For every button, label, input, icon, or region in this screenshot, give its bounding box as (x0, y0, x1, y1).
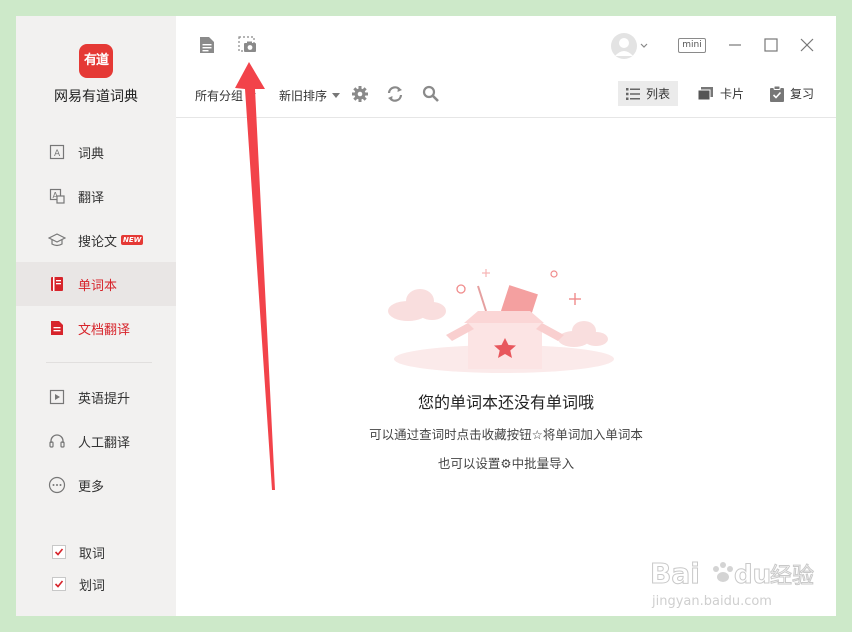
sidebar-item-more[interactable]: 更多 (16, 463, 176, 507)
sidebar-item-document-translate[interactable]: 文档翻译 (16, 306, 176, 350)
view-list-label: 列表 (646, 87, 671, 101)
empty-state-hint-import: 也可以设置⚙中批量导入 (437, 456, 575, 471)
sidebar-item-translate[interactable]: A 翻译 (16, 174, 176, 218)
watermark-brand2: du (734, 560, 771, 590)
list-icon (626, 87, 640, 100)
word-capture-toggle[interactable]: 取词 (52, 542, 105, 562)
headset-icon (48, 432, 66, 450)
sidebar-item-wordbook[interactable]: 单词本 (16, 262, 176, 306)
sidebar-divider (46, 362, 152, 363)
new-badge: NEW (121, 235, 144, 245)
sort-filter-dropdown[interactable]: 新旧排序 (279, 87, 341, 104)
view-review-label: 复习 (790, 87, 815, 101)
translate-icon: A (48, 187, 66, 205)
chevron-down-icon (332, 93, 341, 98)
sidebar-item-label: 人工翻译 (78, 435, 131, 451)
watermark-url: jingyan.baidu.com (651, 594, 772, 609)
sidebar-item-label: 搜论文 (78, 234, 118, 250)
sidebar-item-label: 词典 (78, 146, 105, 162)
user-account-menu[interactable] (609, 32, 649, 60)
sort-filter-label: 新旧排序 (279, 89, 328, 103)
maximize-button[interactable] (764, 38, 778, 52)
view-list-button[interactable]: 列表 (618, 81, 679, 106)
app-name: 网易有道词典 (54, 89, 138, 105)
empty-state-hint-favorite: 可以通过查词时点击收藏按钮☆将单词加入单词本 (369, 427, 643, 442)
view-review-button[interactable]: 复习 (762, 81, 822, 106)
sidebar-item-search-papers[interactable]: 搜论文 NEW (16, 218, 176, 262)
document-icon[interactable] (198, 36, 216, 54)
sync-refresh-icon[interactable] (386, 85, 404, 103)
chevron-down-icon (248, 93, 257, 98)
wordbook-icon (48, 275, 66, 293)
dictionary-icon: A (48, 143, 66, 161)
document-translate-icon (48, 319, 66, 337)
word-capture-label: 取词 (79, 546, 106, 562)
watermark-brand: Bai (650, 557, 700, 590)
clipboard-check-icon (770, 85, 784, 102)
sidebar-item-label: 文档翻译 (78, 322, 131, 338)
graduation-cap-icon (48, 231, 66, 249)
video-play-icon (48, 388, 66, 406)
svg-text:A: A (54, 149, 61, 159)
more-dots-icon (48, 476, 66, 494)
group-filter-dropdown[interactable]: 所有分组 (195, 87, 257, 104)
app-window: 有道 网易有道词典 A 词典 A 翻译 搜论文 NEW 单词本 文档翻译 英语提… (16, 16, 836, 616)
app-logo: 有道 (79, 44, 113, 78)
word-select-toggle[interactable]: 划词 (52, 574, 105, 594)
minimize-button[interactable] (728, 38, 742, 52)
word-select-label: 划词 (79, 578, 106, 594)
view-card-label: 卡片 (720, 87, 745, 101)
paw-icon (713, 562, 733, 582)
empty-box-illustration (388, 269, 614, 373)
sidebar-item-label: 更多 (78, 479, 105, 495)
baidu-watermark: Bai du 经验 jingyan.baidu.com (650, 557, 815, 610)
sidebar: 有道 网易有道词典 A 词典 A 翻译 搜论文 NEW 单词本 文档翻译 英语提… (16, 16, 176, 616)
screenshot-capture-icon[interactable] (238, 36, 258, 54)
word-capture-checkbox[interactable] (52, 545, 66, 559)
search-icon[interactable] (422, 85, 440, 103)
sidebar-item-label: 翻译 (78, 190, 105, 206)
view-card-button[interactable]: 卡片 (690, 81, 752, 106)
sidebar-item-english-improve[interactable]: 英语提升 (16, 375, 176, 419)
sidebar-item-dictionary[interactable]: A 词典 (16, 130, 176, 174)
mini-mode-button[interactable]: mini (678, 38, 706, 53)
settings-gear-icon[interactable] (351, 85, 369, 103)
sidebar-item-human-translate[interactable]: 人工翻译 (16, 419, 176, 463)
word-select-checkbox[interactable] (52, 577, 66, 591)
watermark-cn: 经验 (770, 564, 814, 589)
sidebar-item-label: 英语提升 (78, 391, 131, 407)
close-button[interactable] (800, 38, 814, 52)
main-panel: mini 所有分组 新旧排序 列表 卡片 复习 您的单词本还没有单词哦 可以通过… (176, 16, 836, 616)
toolbar-divider (176, 117, 836, 118)
sidebar-item-label: 单词本 (78, 278, 118, 294)
card-icon (698, 87, 713, 100)
empty-state-title: 您的单词本还没有单词哦 (417, 393, 594, 412)
group-filter-label: 所有分组 (195, 89, 244, 103)
